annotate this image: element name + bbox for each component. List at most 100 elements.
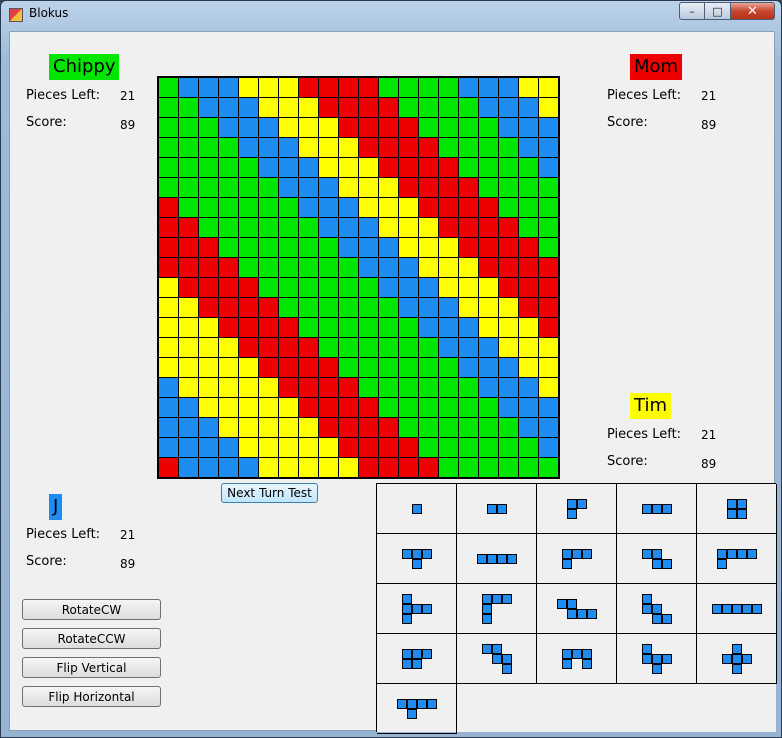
board-cell[interactable] [199, 418, 218, 437]
board-cell[interactable] [519, 418, 538, 437]
board-cell[interactable] [159, 78, 178, 97]
board-cell[interactable] [199, 458, 218, 477]
board-cell[interactable] [279, 458, 298, 477]
board-cell[interactable] [319, 158, 338, 177]
board-cell[interactable] [319, 438, 338, 457]
board-cell[interactable] [379, 118, 398, 137]
board-cell[interactable] [479, 378, 498, 397]
board-cell[interactable] [279, 398, 298, 417]
board-cell[interactable] [279, 178, 298, 197]
board-cell[interactable] [179, 278, 198, 297]
board-cell[interactable] [479, 358, 498, 377]
board-cell[interactable] [239, 458, 258, 477]
board-cell[interactable] [439, 238, 458, 257]
board-cell[interactable] [239, 378, 258, 397]
piece-slot[interactable] [377, 484, 457, 534]
piece-slot[interactable] [697, 484, 777, 534]
board-cell[interactable] [499, 438, 518, 457]
board-cell[interactable] [159, 238, 178, 257]
board-cell[interactable] [339, 278, 358, 297]
board-cell[interactable] [319, 78, 338, 97]
board-cell[interactable] [279, 138, 298, 157]
board-cell[interactable] [299, 438, 318, 457]
board-cell[interactable] [499, 218, 518, 237]
board-cell[interactable] [399, 418, 418, 437]
board-cell[interactable] [199, 278, 218, 297]
board-cell[interactable] [299, 118, 318, 137]
piece-slot[interactable] [697, 534, 777, 584]
board-cell[interactable] [179, 438, 198, 457]
board-cell[interactable] [239, 258, 258, 277]
board-cell[interactable] [199, 218, 218, 237]
board-cell[interactable] [279, 418, 298, 437]
board-cell[interactable] [479, 298, 498, 317]
board-cell[interactable] [339, 198, 358, 217]
board-cell[interactable] [519, 338, 538, 357]
board-cell[interactable] [219, 358, 238, 377]
board-cell[interactable] [219, 258, 238, 277]
board-cell[interactable] [359, 118, 378, 137]
board-cell[interactable] [299, 418, 318, 437]
board-cell[interactable] [439, 338, 458, 357]
board-cell[interactable] [339, 118, 358, 137]
board-cell[interactable] [339, 298, 358, 317]
board-cell[interactable] [359, 358, 378, 377]
board-cell[interactable] [399, 398, 418, 417]
board-cell[interactable] [199, 438, 218, 457]
board-cell[interactable] [479, 98, 498, 117]
board-cell[interactable] [539, 378, 558, 397]
board-cell[interactable] [279, 198, 298, 217]
board-cell[interactable] [519, 358, 538, 377]
board-cell[interactable] [359, 198, 378, 217]
board-cell[interactable] [399, 258, 418, 277]
board-cell[interactable] [499, 278, 518, 297]
rotate-cw-button[interactable]: RotateCW [22, 599, 161, 620]
board-cell[interactable] [459, 238, 478, 257]
board-cell[interactable] [239, 98, 258, 117]
board-cell[interactable] [219, 418, 238, 437]
board-cell[interactable] [319, 118, 338, 137]
board-cell[interactable] [219, 98, 238, 117]
board-cell[interactable] [359, 318, 378, 337]
board-cell[interactable] [419, 118, 438, 137]
board-cell[interactable] [419, 218, 438, 237]
board-cell[interactable] [379, 458, 398, 477]
board-cell[interactable] [399, 298, 418, 317]
board-cell[interactable] [239, 118, 258, 137]
board-cell[interactable] [199, 398, 218, 417]
board-cell[interactable] [499, 98, 518, 117]
board-cell[interactable] [359, 458, 378, 477]
board-cell[interactable] [259, 438, 278, 457]
board-cell[interactable] [419, 318, 438, 337]
board-cell[interactable] [539, 418, 558, 437]
board-cell[interactable] [439, 438, 458, 457]
board-cell[interactable] [259, 278, 278, 297]
board-cell[interactable] [379, 338, 398, 357]
board-cell[interactable] [199, 338, 218, 357]
board-cell[interactable] [539, 238, 558, 257]
board-cell[interactable] [159, 418, 178, 437]
board-cell[interactable] [319, 298, 338, 317]
board-cell[interactable] [519, 138, 538, 157]
board-cell[interactable] [319, 238, 338, 257]
board-cell[interactable] [179, 378, 198, 397]
board-cell[interactable] [399, 338, 418, 357]
piece-slot[interactable] [617, 484, 697, 534]
board-cell[interactable] [359, 378, 378, 397]
board-cell[interactable] [159, 378, 178, 397]
board-cell[interactable] [299, 198, 318, 217]
board-cell[interactable] [499, 178, 518, 197]
board-cell[interactable] [539, 298, 558, 317]
board-cell[interactable] [159, 258, 178, 277]
board-cell[interactable] [199, 238, 218, 257]
board-cell[interactable] [219, 158, 238, 177]
title-bar[interactable]: Blokus – □ ✕ [1, 1, 781, 29]
board-cell[interactable] [159, 438, 178, 457]
board-cell[interactable] [159, 298, 178, 317]
board-cell[interactable] [259, 358, 278, 377]
board-cell[interactable] [259, 418, 278, 437]
board-cell[interactable] [299, 398, 318, 417]
board-cell[interactable] [419, 98, 438, 117]
board-cell[interactable] [419, 238, 438, 257]
board-cell[interactable] [299, 138, 318, 157]
